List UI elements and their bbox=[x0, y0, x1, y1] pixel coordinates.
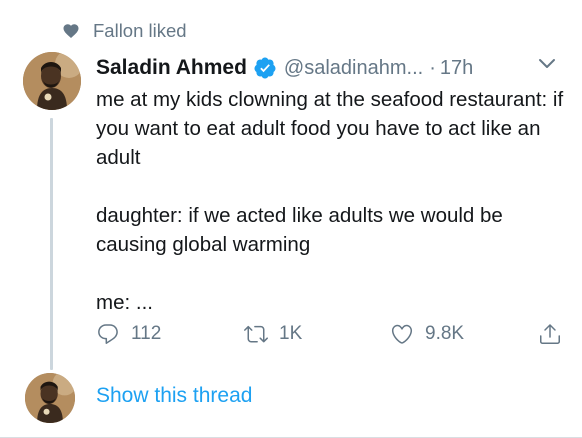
tweet-card[interactable]: Fallon liked Saladin Ahmed @saladinahm..… bbox=[0, 0, 582, 438]
tweet-text-paragraph: daughter: if we acted like adults we wou… bbox=[96, 204, 503, 256]
avatar-image bbox=[23, 52, 81, 110]
avatar[interactable] bbox=[23, 52, 81, 110]
tweet-actions: 112 1K 9.8K bbox=[96, 320, 566, 348]
like-button[interactable]: 9.8K bbox=[390, 320, 464, 348]
retweet-count: 1K bbox=[279, 323, 303, 344]
reply-count: 112 bbox=[131, 323, 162, 344]
heart-icon bbox=[63, 24, 79, 39]
chevron-down-icon[interactable] bbox=[538, 58, 556, 70]
author-display-name[interactable]: Saladin Ahmed bbox=[96, 56, 247, 80]
retweet-icon bbox=[244, 325, 268, 343]
reply-button[interactable]: 112 bbox=[96, 320, 161, 348]
tweet-text-paragraph: me at my kids clowning at the seafood re… bbox=[96, 88, 564, 169]
show-thread-link[interactable]: Show this thread bbox=[96, 384, 252, 408]
author-handle[interactable]: @saladinahm... bbox=[284, 57, 423, 80]
tweet-text-paragraph: me: ... bbox=[96, 291, 153, 314]
social-context: Fallon liked bbox=[62, 20, 187, 42]
social-context-label: Fallon liked bbox=[93, 20, 187, 41]
thread-avatar[interactable] bbox=[25, 373, 75, 423]
thread-connector-line bbox=[50, 118, 53, 370]
tweet-header: Saladin Ahmed @saladinahm... · 17h bbox=[96, 54, 473, 82]
tweet-timestamp[interactable]: 17h bbox=[440, 57, 473, 80]
separator-dot: · bbox=[429, 56, 436, 79]
reply-icon bbox=[98, 324, 118, 344]
tweet-text: me at my kids clowning at the seafood re… bbox=[96, 85, 566, 317]
share-icon bbox=[540, 324, 560, 344]
retweet-button[interactable]: 1K bbox=[244, 320, 302, 348]
like-count: 9.8K bbox=[425, 323, 465, 344]
avatar-image bbox=[25, 373, 75, 423]
verified-badge-icon bbox=[254, 57, 276, 79]
heart-outline-icon bbox=[391, 324, 413, 344]
share-button[interactable] bbox=[538, 320, 562, 348]
